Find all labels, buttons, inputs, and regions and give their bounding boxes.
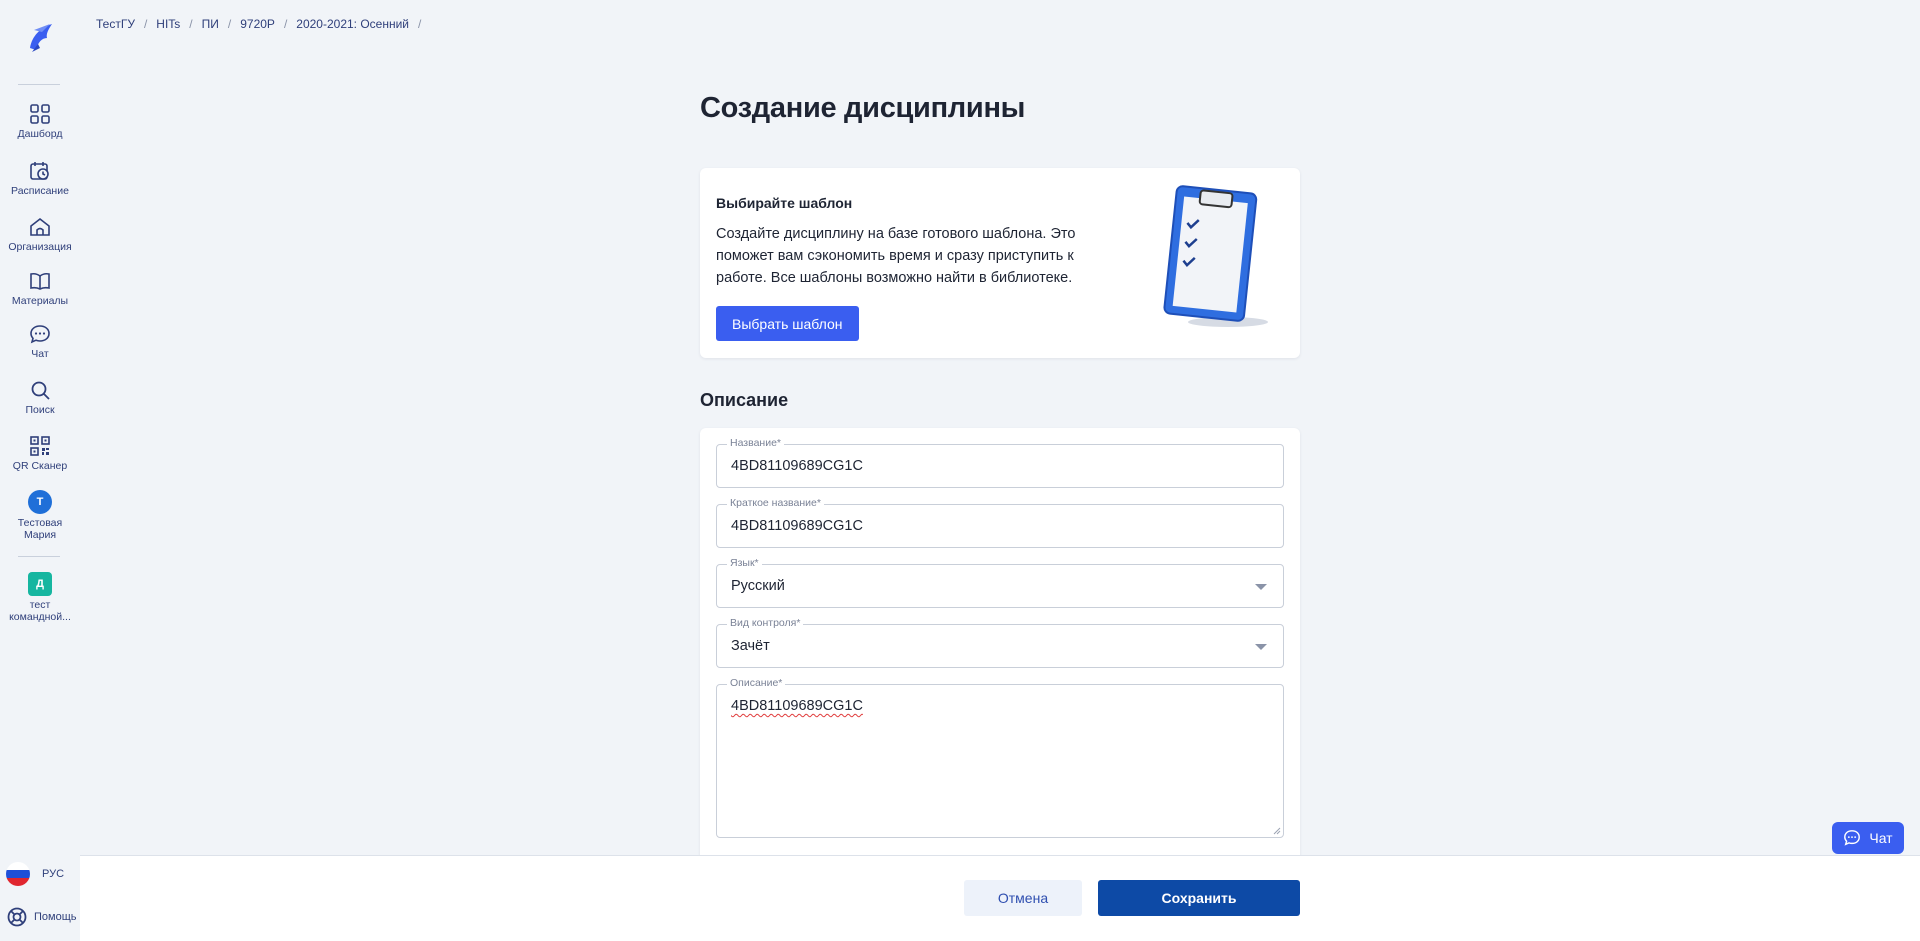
breadcrumb: ТестГУ / HITs / ПИ / 9720Р / 2020-2021: …	[96, 17, 430, 31]
breadcrumb-item[interactable]: 9720Р	[240, 17, 275, 31]
russia-flag-icon	[6, 862, 30, 886]
control-type-select[interactable]: Вид контроля* Зачёт	[716, 617, 1284, 668]
avatar: Т	[28, 490, 52, 514]
chevron-down-icon[interactable]	[1255, 584, 1267, 590]
sidebar-item-label: Поиск	[25, 404, 55, 416]
breadcrumb-separator: /	[418, 17, 422, 31]
sidebar-item-label: Организация	[8, 241, 72, 253]
breadcrumb-separator: /	[227, 17, 232, 31]
sidebar-item-organization[interactable]: Организация	[0, 216, 80, 253]
lifebuoy-icon	[7, 907, 27, 927]
field-value: Русский	[731, 578, 785, 594]
sidebar-item-user[interactable]: Т Тестовая Мария	[0, 490, 80, 541]
breadcrumb-separator: /	[189, 17, 193, 31]
search-icon	[31, 381, 50, 400]
sidebar-item-label: Дашборд	[17, 128, 63, 140]
name-field[interactable]: Название* 4BD81109689CG1C	[716, 437, 1284, 488]
template-card-text: Создайте дисциплину на базе готового шаб…	[716, 226, 1076, 286]
sidebar-item-materials[interactable]: Материалы	[0, 270, 80, 307]
short-name-field[interactable]: Краткое название* 4BD81109689CG1C	[716, 497, 1284, 548]
qr-icon	[30, 436, 50, 456]
book-icon	[30, 272, 50, 290]
chevron-down-icon[interactable]	[1255, 644, 1267, 650]
field-value: 4BD81109689CG1C	[731, 698, 863, 714]
breadcrumb-item[interactable]: HITs	[156, 17, 180, 31]
chat-bubble-icon	[1844, 830, 1861, 846]
save-button[interactable]: Сохранить	[1098, 880, 1300, 916]
chat-widget-label: Чат	[1869, 830, 1893, 846]
grid-icon	[30, 104, 50, 124]
template-card: Выбирайте шаблон Создайте дисциплину на …	[700, 168, 1300, 358]
field-value: 4BD81109689CG1C	[731, 518, 863, 534]
sidebar-item-label: Материалы	[11, 295, 69, 307]
clipboard-illustration-icon	[1163, 185, 1268, 327]
sidebar-item-qr-scanner[interactable]: QR Сканер	[0, 435, 80, 472]
template-card-title: Выбирайте шаблон	[716, 195, 853, 211]
description-textarea[interactable]: Описание* 4BD81109689CG1C	[716, 677, 1284, 838]
sidebar-item-label: Чат	[31, 348, 49, 360]
language-switcher[interactable]: РУС	[6, 862, 64, 886]
field-label: Вид контроля*	[727, 617, 804, 629]
sidebar-item-dashboard[interactable]: Дашборд	[0, 103, 80, 140]
sidebar-item-label: Расписание	[11, 185, 69, 197]
resize-handle-icon[interactable]	[1273, 827, 1281, 835]
breadcrumb-separator: /	[283, 17, 288, 31]
calendar-clock-icon	[30, 162, 49, 180]
team-avatar: Д	[28, 572, 52, 596]
logo-icon[interactable]	[20, 18, 60, 58]
breadcrumb-item[interactable]: ТестГУ	[96, 17, 135, 31]
sidebar-item-chat[interactable]: Чат	[0, 323, 80, 360]
page-title: Создание дисциплины	[700, 92, 1026, 124]
field-value: Зачёт	[731, 638, 770, 654]
field-label: Название*	[727, 437, 785, 449]
language-label: РУС	[42, 868, 65, 880]
field-label: Краткое название*	[727, 497, 824, 509]
user-name: Тестовая Мария	[17, 517, 63, 541]
breadcrumb-item[interactable]: ПИ	[202, 17, 219, 31]
sidebar-divider	[18, 84, 60, 85]
field-value: 4BD81109689CG1C	[731, 458, 863, 474]
sidebar-item-label: QR Сканер	[12, 460, 68, 472]
choose-template-button[interactable]: Выбрать шаблон	[716, 306, 859, 341]
description-form: Название* 4BD81109689CG1C Краткое назван…	[700, 428, 1300, 858]
cancel-button[interactable]: Отмена	[964, 880, 1082, 916]
chat-widget-button[interactable]: Чат	[1832, 822, 1904, 854]
sidebar-divider	[18, 556, 60, 557]
sidebar-item-team[interactable]: Д тест командной...	[0, 572, 80, 623]
field-label: Описание*	[727, 677, 786, 689]
field-label: Язык*	[727, 557, 762, 569]
language-select[interactable]: Язык* Русский	[716, 557, 1284, 608]
sidebar-item-search[interactable]: Поиск	[0, 379, 80, 416]
description-section-title: Описание	[700, 390, 789, 410]
sidebar-item-schedule[interactable]: Расписание	[0, 160, 80, 197]
help-link[interactable]: Помощь	[6, 906, 77, 928]
building-icon	[30, 217, 50, 236]
sidebar: Дашборд Расписание Организация Материалы…	[0, 0, 80, 941]
chat-icon	[30, 325, 50, 344]
team-name: тест командной...	[9, 599, 71, 623]
breadcrumb-separator: /	[143, 17, 148, 31]
help-label: Помощь	[34, 911, 77, 923]
breadcrumb-item[interactable]: 2020-2021: Осенний	[296, 17, 409, 31]
